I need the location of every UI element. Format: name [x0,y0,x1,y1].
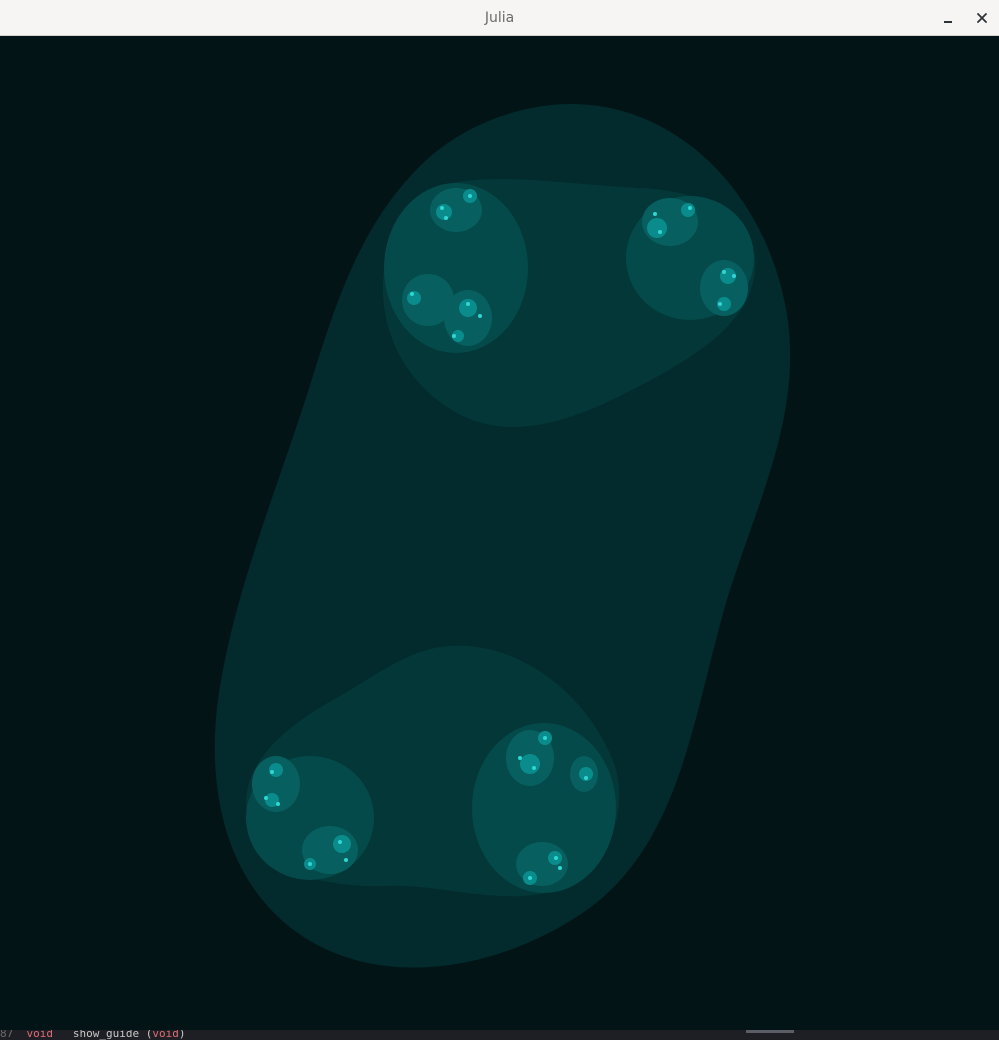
code-line: 87 void show_guide (void) [0,1030,185,1040]
app-window: Julia 87 void show_guide (void) [0,0,999,1040]
keyword: void [152,1030,179,1040]
title-bar[interactable]: Julia [0,0,999,36]
line-number: 87 [0,1030,14,1040]
fractal-view[interactable]: 87 void show_guide (void) [0,36,999,1040]
minimize-button[interactable] [936,6,960,30]
scrollbar-thumb[interactable] [746,1030,794,1033]
function-name: show_guide [72,1030,140,1040]
julia-fractal-canvas[interactable] [0,36,999,1040]
close-icon [977,13,987,23]
keyword: void [26,1030,54,1040]
background-editor-window: 87 void show_guide (void) [0,1030,999,1040]
minimize-icon [944,21,952,23]
close-button[interactable] [970,6,994,30]
window-title: Julia [484,10,515,26]
